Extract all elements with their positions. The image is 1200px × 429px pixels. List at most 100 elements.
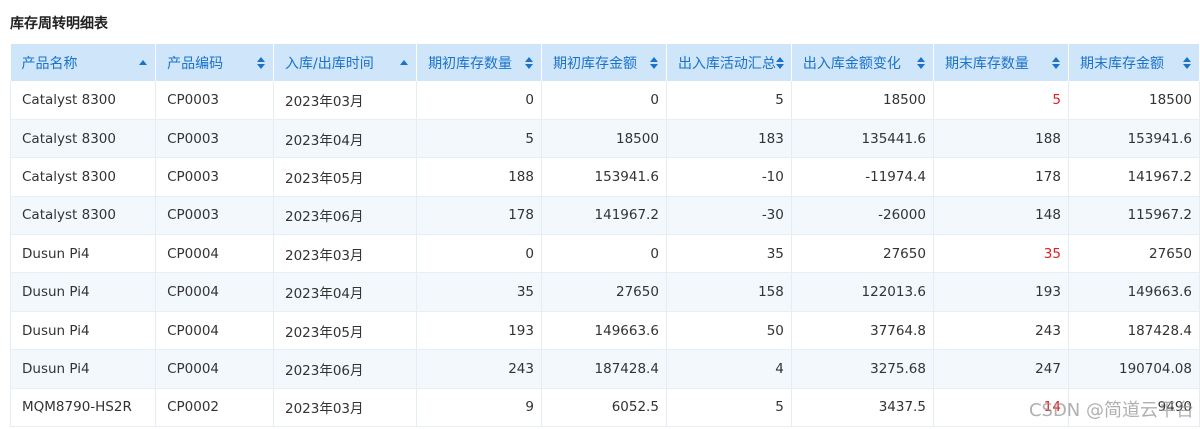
table-cell: 153941.6: [541, 157, 667, 197]
table-cell: 2023年04月: [273, 272, 418, 312]
table-cell: 0: [541, 81, 667, 120]
sort-ascending-icon[interactable]: [400, 57, 409, 69]
table-cell: Dusun Pi4: [10, 234, 157, 274]
sort-ascending-icon[interactable]: [139, 57, 148, 69]
table-row[interactable]: Dusun Pi4 CP0004 2023年03月 0 0 35 27650 35 27650: [10, 234, 1200, 274]
column-header-3[interactable]: 期初库存数量: [416, 44, 542, 81]
table-cell: 135441.6: [791, 119, 934, 159]
table-cell: 2023年03月: [273, 81, 418, 120]
table-cell: 148: [933, 196, 1069, 236]
table-cell: 35: [416, 272, 542, 312]
table-cell: 188: [933, 119, 1069, 159]
table-cell: 5: [666, 388, 792, 428]
table-cell: 0: [416, 234, 542, 274]
table-cell: Dusun Pi4: [10, 272, 157, 312]
table-row[interactable]: Catalyst 8300 CP0003 2023年06月 178 141967.2 -3…: [10, 196, 1200, 236]
column-header-2[interactable]: 入库/出库时间: [273, 44, 418, 81]
table-cell: -10: [666, 157, 792, 197]
table-cell: 141967.2: [541, 196, 667, 236]
table-cell: 2023年03月: [273, 388, 418, 428]
table-cell: CP0004: [155, 311, 274, 351]
sort-icon[interactable]: [1183, 56, 1191, 69]
table-cell: 0: [541, 234, 667, 274]
table-cell: CP0003: [155, 157, 274, 197]
table-cell: 37764.8: [791, 311, 934, 351]
table-cell: -11974.4: [791, 157, 934, 197]
column-header-label: 入库/出库时间: [284, 55, 374, 72]
table-cell: 247: [933, 349, 1069, 389]
column-header-7[interactable]: 期末库存数量: [933, 44, 1069, 81]
table-cell: 50: [666, 311, 792, 351]
table-cell: CP0003: [155, 119, 274, 159]
table-cell: 187428.4: [541, 349, 667, 389]
table-cell: 18500: [791, 81, 934, 120]
table-cell: 14: [933, 388, 1069, 428]
table-cell: 27650: [541, 272, 667, 312]
table-cell: 5: [666, 81, 792, 120]
page-title: 库存周转明细表: [10, 16, 108, 32]
column-header-label: 期初库存金额: [553, 55, 637, 72]
table-cell: 18500: [541, 119, 667, 159]
table-cell: 243: [933, 311, 1069, 351]
table-cell: 153941.6: [1068, 119, 1200, 159]
table-cell: 2023年03月: [273, 234, 418, 274]
table-cell: 35: [666, 234, 792, 274]
table-cell: 158: [666, 272, 792, 312]
table-row[interactable]: Dusun Pi4 CP0004 2023年06月 243 187428.4 4 3275.…: [10, 349, 1200, 389]
table-cell: 2023年06月: [273, 349, 418, 389]
column-header-4[interactable]: 期初库存金额: [541, 44, 667, 81]
table-cell: CP0002: [155, 388, 274, 428]
sort-icon[interactable]: [775, 56, 784, 69]
column-header-label: 产品名称: [21, 55, 78, 72]
sort-icon[interactable]: [256, 56, 265, 69]
table-row[interactable]: Catalyst 8300 CP0003 2023年05月 188 153941.6 -1…: [10, 157, 1200, 197]
table-cell: 141967.2: [1068, 157, 1200, 197]
table-row[interactable]: Catalyst 8300 CP0003 2023年04月 5 18500 183 1354…: [10, 119, 1200, 159]
sort-icon[interactable]: [525, 56, 533, 69]
table-row[interactable]: Dusun Pi4 CP0004 2023年04月 35 27650 158 122013.…: [10, 272, 1200, 312]
table-cell: 2023年06月: [273, 196, 418, 236]
column-header-label: 期末库存金额: [1079, 55, 1164, 72]
column-header-6[interactable]: 出入库金额变化: [791, 44, 934, 81]
table-cell: 5: [933, 81, 1069, 120]
sort-icon[interactable]: [1051, 56, 1060, 69]
table-cell: 178: [933, 157, 1069, 197]
table-cell: 2023年04月: [273, 119, 418, 159]
table-cell: 0: [416, 81, 542, 120]
column-header-8[interactable]: 期末库存金额: [1068, 44, 1200, 81]
column-header-5[interactable]: 出入库活动汇总: [666, 44, 792, 81]
table-cell: 193: [933, 272, 1069, 312]
sort-icon[interactable]: [649, 56, 658, 69]
column-header-label: 期末库存数量: [944, 55, 1029, 72]
table-cell: MQM8790-HS2R: [10, 388, 157, 428]
column-header-label: 出入库金额变化: [802, 55, 901, 72]
sort-icon[interactable]: [916, 56, 925, 69]
table-cell: 115967.2: [1068, 196, 1200, 236]
table-cell: 4: [666, 349, 792, 389]
table-header-row: 产品名称 产品编码 入库/出库时间 期初库存数量 期初库存金额 出入库活动汇总 出入库金额变…: [10, 44, 1200, 81]
table-cell: 27650: [791, 234, 934, 274]
table-cell: 243: [416, 349, 542, 389]
table-cell: -30: [666, 196, 792, 236]
table-row[interactable]: Dusun Pi4 CP0004 2023年05月 193 149663.6 50 3776…: [10, 311, 1200, 351]
table-cell: CP0003: [155, 196, 274, 236]
table-cell: Dusun Pi4: [10, 311, 157, 351]
table-cell: 187428.4: [1068, 311, 1200, 351]
table-row[interactable]: MQM8790-HS2R CP0002 2023年03月 9 6052.5 5 3437.5…: [10, 388, 1200, 428]
table-body: Catalyst 8300 CP0003 2023年03月 0 0 5 18500 5 1850…: [10, 81, 1200, 428]
table-cell: 3275.68: [791, 349, 934, 389]
table-cell: Catalyst 8300: [10, 196, 157, 236]
table-row[interactable]: Catalyst 8300 CP0003 2023年03月 0 0 5 18500 5 1850…: [10, 81, 1200, 120]
table-cell: Dusun Pi4: [10, 349, 157, 389]
column-header-1[interactable]: 产品编码: [155, 44, 274, 81]
table-cell: 188: [416, 157, 542, 197]
table-cell: 6052.5: [541, 388, 667, 428]
table-cell: 2023年05月: [273, 311, 418, 351]
table-cell: CP0004: [155, 234, 274, 274]
table-cell: 190704.08: [1068, 349, 1200, 389]
column-header-0[interactable]: 产品名称: [10, 44, 157, 81]
table-cell: 193: [416, 311, 542, 351]
table-cell: 149663.6: [1068, 272, 1200, 312]
table-cell: Catalyst 8300: [10, 157, 157, 197]
table-cell: 5: [416, 119, 542, 159]
